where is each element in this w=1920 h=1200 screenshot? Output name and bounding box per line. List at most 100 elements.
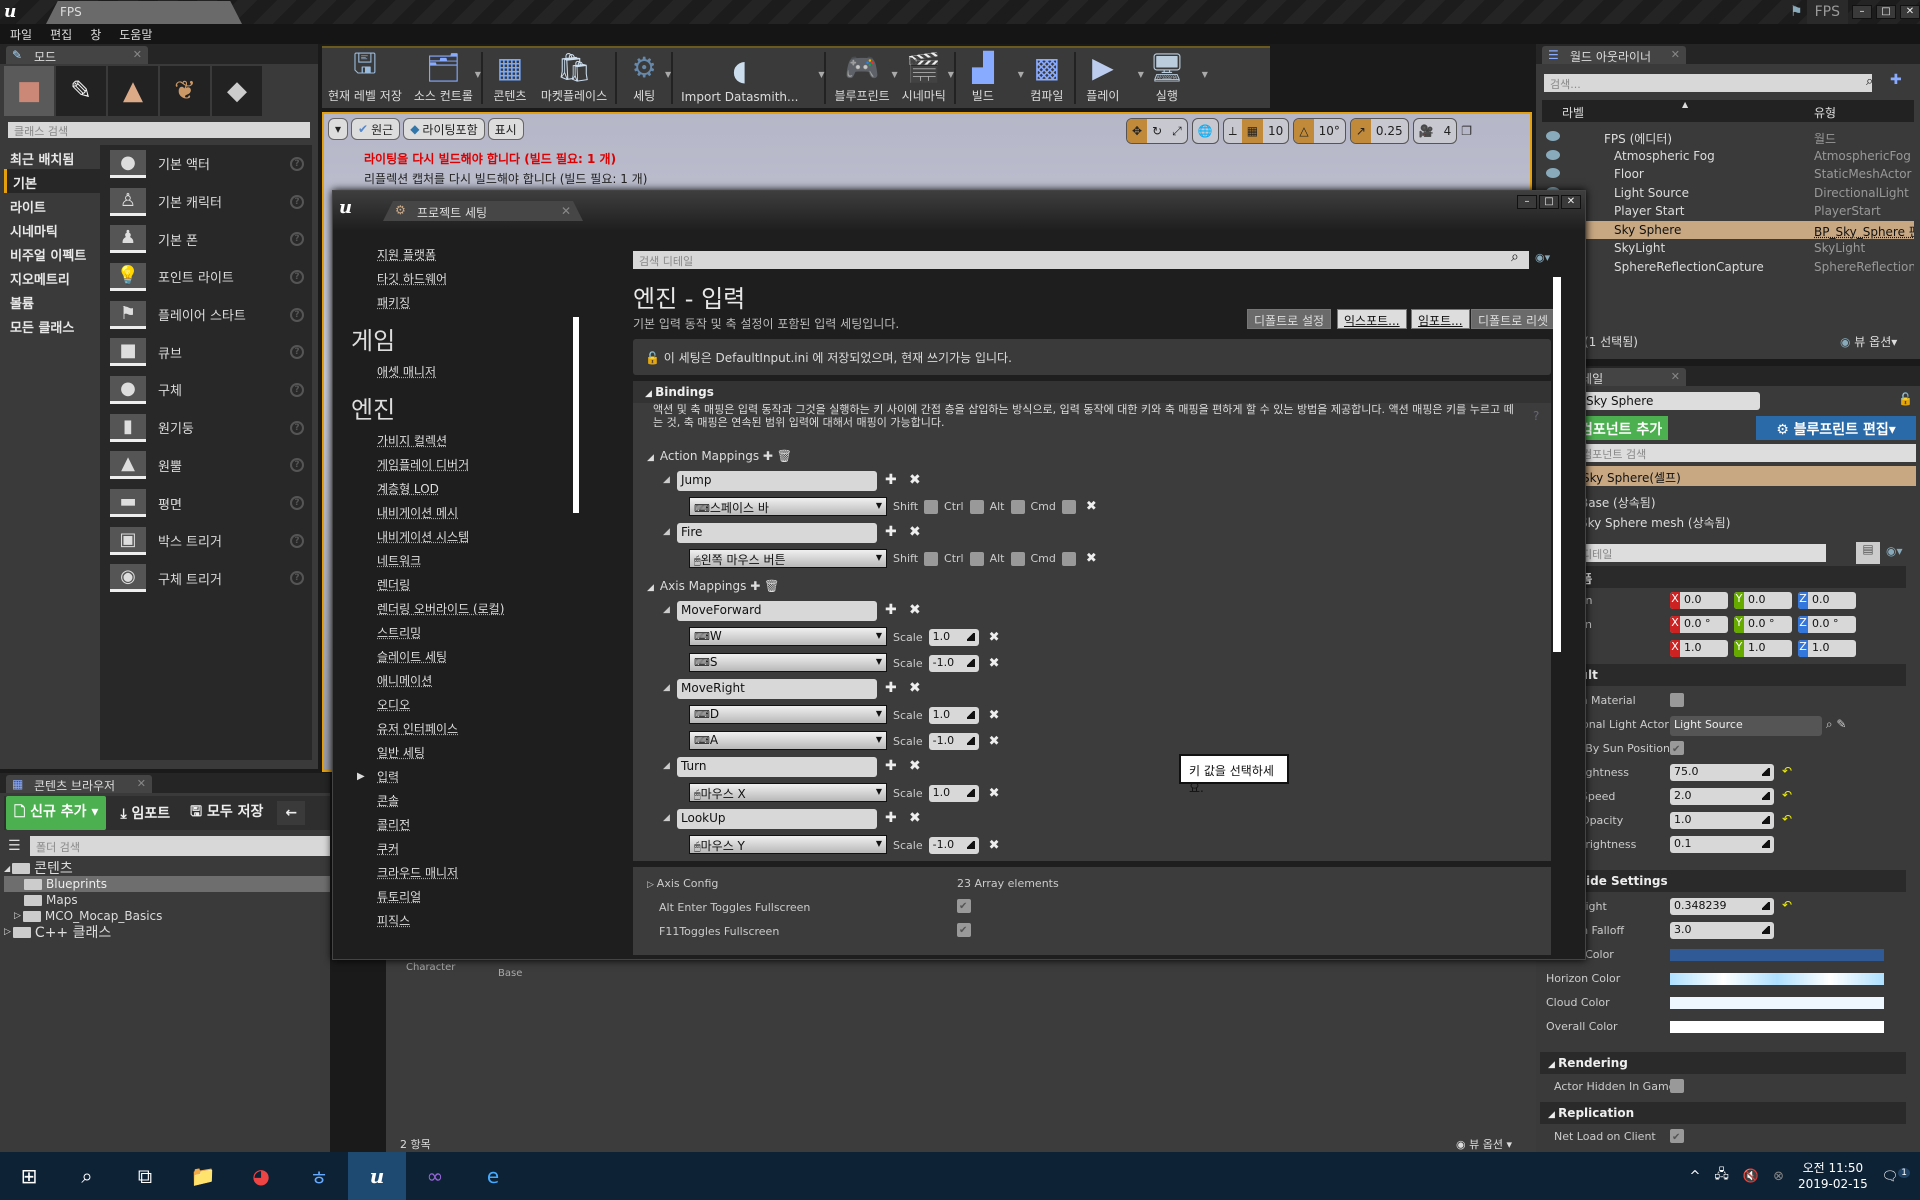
remove-key-icon[interactable]: ✖ (1086, 499, 1097, 514)
property-matrix-icon[interactable]: ▤ (1856, 542, 1880, 564)
modifier-checkbox[interactable] (1061, 551, 1076, 566)
geometry-mode-icon[interactable]: ◆ (212, 66, 262, 116)
add-key-icon[interactable]: ✚ (885, 472, 897, 488)
maximize-button[interactable]: □ (1539, 195, 1559, 209)
folder-search-input[interactable]: 폴더 검색 (30, 836, 330, 856)
category-all-classes[interactable]: 모든 클래스 (4, 313, 100, 337)
delete-all-icon[interactable]: 🗑 (764, 579, 779, 593)
close-tab-icon[interactable]: ✕ (133, 48, 142, 61)
property-number-input[interactable]: 2.0 (1670, 788, 1774, 805)
key-selector[interactable]: 🖱마우스 X (689, 783, 887, 802)
visibility-eye-icon[interactable] (1546, 149, 1560, 160)
maximize-button[interactable]: □ (1876, 5, 1896, 19)
axis-config-row[interactable]: ▷ Axis Config (647, 877, 718, 890)
settings-button[interactable]: ⚙ 세팅 ▼ (619, 48, 672, 108)
property-checkbox[interactable] (1670, 692, 1684, 707)
maximize-viewport-icon[interactable]: ❐ (1461, 118, 1472, 144)
scale-input[interactable]: 1.0 (928, 707, 979, 724)
view-options-button[interactable]: ◉ 뷰 옵션 ▾ (1456, 1136, 1512, 1152)
remove-key-icon[interactable]: ✖ (989, 708, 1000, 723)
close-tab-icon[interactable]: ✕ (1671, 48, 1680, 61)
help-icon[interactable]: ? (290, 420, 304, 435)
default-section-header[interactable]: Default (1540, 664, 1906, 686)
marketplace-button[interactable]: 🛍 마켓플레이스 (535, 48, 613, 108)
property-number-input[interactable]: 1.0 (1670, 812, 1774, 829)
unreal-engine-icon[interactable]: u (348, 1152, 406, 1200)
save-all-button[interactable]: 🖫 모두 저장 (184, 801, 269, 825)
network-icon[interactable]: 🖧 (1714, 1165, 1729, 1187)
mapping-name-input[interactable]: MoveForward (677, 601, 877, 621)
modifier-checkbox[interactable] (1061, 499, 1076, 514)
rotation-z[interactable]: Z 0.0 ° (1798, 616, 1856, 633)
asset-label[interactable]: Base (498, 968, 522, 979)
camera-speed-value[interactable]: 4 (1439, 119, 1457, 143)
place-item[interactable]: ⚑ 플레이어 스타트? (100, 296, 312, 334)
volume-muted-icon[interactable]: 🔇 (1743, 1169, 1759, 1184)
add-actor-icon[interactable]: ✚ (1890, 72, 1902, 88)
nav-item[interactable]: 슬레이트 세팅 (347, 645, 563, 669)
scale-input[interactable]: 1.0 (928, 629, 979, 646)
set-as-default-button[interactable]: 디폴트로 설정 (1247, 309, 1332, 329)
dropdown-icon[interactable]: ▼ (475, 70, 481, 79)
nav-item[interactable]: 렌더링 오버라이드 (로컬) (347, 597, 563, 621)
nav-scrollbar[interactable] (573, 317, 579, 513)
file-explorer-icon[interactable]: 📁 (174, 1152, 232, 1200)
translate-icon[interactable]: ✥ (1127, 119, 1148, 143)
remove-key-icon[interactable]: ✖ (989, 656, 1000, 671)
location-z[interactable]: Z 0.0 (1798, 592, 1856, 609)
outliner-row[interactable]: Atmospheric Fog AtmosphericFog (1542, 147, 1914, 165)
rotation-snap-value[interactable]: 10° (1314, 119, 1345, 143)
close-tab-icon[interactable]: ✕ (1671, 370, 1680, 383)
property-number-input[interactable]: 75.0 (1670, 764, 1774, 781)
nav-item[interactable]: 렌더링 (347, 573, 563, 597)
replication-section-header[interactable]: ◢ Replication (1540, 1102, 1906, 1124)
menu-edit[interactable]: 편집 (50, 26, 72, 43)
folder-blueprints[interactable]: Blueprints (4, 876, 330, 892)
blueprints-button[interactable]: 🎮 블루프린트 ▼ (828, 48, 897, 108)
nav-item[interactable]: 지원 플랫폼 (347, 243, 563, 267)
start-icon[interactable]: ⊞ (0, 1152, 58, 1200)
help-icon[interactable]: ? (290, 194, 304, 209)
show-button[interactable]: 표시 (487, 118, 524, 140)
bindings-header[interactable]: ◢ Bindings (633, 381, 1551, 403)
alt-enter-checkbox[interactable] (957, 899, 971, 913)
category-geometry[interactable]: 지오메트리 (4, 265, 100, 289)
remove-mapping-icon[interactable]: ✖ (909, 680, 921, 696)
add-component-button[interactable]: 컴포넌트 추가▾ (1576, 416, 1668, 455)
nav-item[interactable]: 튜토리얼 (347, 885, 563, 909)
color-swatch[interactable] (1670, 997, 1884, 1009)
axis-mappings-header[interactable]: ◢ Axis Mappings ✚ 🗑 (647, 579, 779, 593)
compile-button[interactable]: ▩ 컴파일 (1022, 48, 1072, 108)
source-control-button[interactable]: 🗂 소스 컨트롤 ▼ (408, 48, 481, 108)
import-datasmith-button[interactable]: ◖ Import Datasmith... ▼ (675, 48, 824, 108)
expanded-arrow-icon[interactable]: ◢ (663, 475, 670, 485)
export-button[interactable]: 익스포트... (1337, 309, 1407, 329)
remove-key-icon[interactable]: ✖ (1086, 551, 1097, 566)
outliner-row[interactable]: SkyLight SkyLight (1542, 239, 1914, 257)
column-type[interactable]: 유형 (1814, 104, 1836, 121)
mapping-name-input[interactable]: Jump (677, 471, 877, 491)
modifier-checkbox[interactable] (924, 551, 939, 566)
override-section-header[interactable]: Override Settings (1540, 870, 1906, 892)
key-selector[interactable]: ⌨S (689, 653, 887, 672)
minimize-button[interactable]: – (1517, 195, 1537, 209)
add-new-button[interactable]: 🗋 신규 추가 ▾ (6, 796, 107, 830)
notification-icon[interactable]: 🗨 1 (1882, 1167, 1910, 1184)
outliner-row[interactable]: Light Source DirectionalLight (1542, 184, 1914, 202)
reset-to-default-icon[interactable]: ↶ (1782, 898, 1792, 912)
add-key-icon[interactable]: ✚ (885, 758, 897, 774)
key-selector[interactable]: ⌨D (689, 705, 887, 724)
feedback-icon[interactable]: ⚑ (1790, 4, 1803, 20)
property-number-input[interactable]: 0.1 (1670, 836, 1774, 853)
nav-item[interactable]: 쿠커 (347, 837, 563, 861)
reset-to-default-icon[interactable]: ↶ (1782, 788, 1792, 802)
expanded-arrow-icon[interactable]: ◢ (663, 813, 670, 823)
nav-item[interactable]: 유저 인터페이스 (347, 717, 563, 741)
expanded-arrow-icon[interactable]: ◢ (663, 761, 670, 771)
category-cinematic[interactable]: 시네마틱 (4, 217, 100, 241)
place-item[interactable]: ▮ 원기둥? (100, 409, 312, 447)
dropdown-icon[interactable]: ▼ (665, 70, 671, 79)
rotation-x[interactable]: X 0.0 ° (1670, 616, 1728, 633)
column-label[interactable]: 라벨 (1562, 104, 1584, 121)
close-tab-icon[interactable]: ✕ (561, 204, 571, 218)
